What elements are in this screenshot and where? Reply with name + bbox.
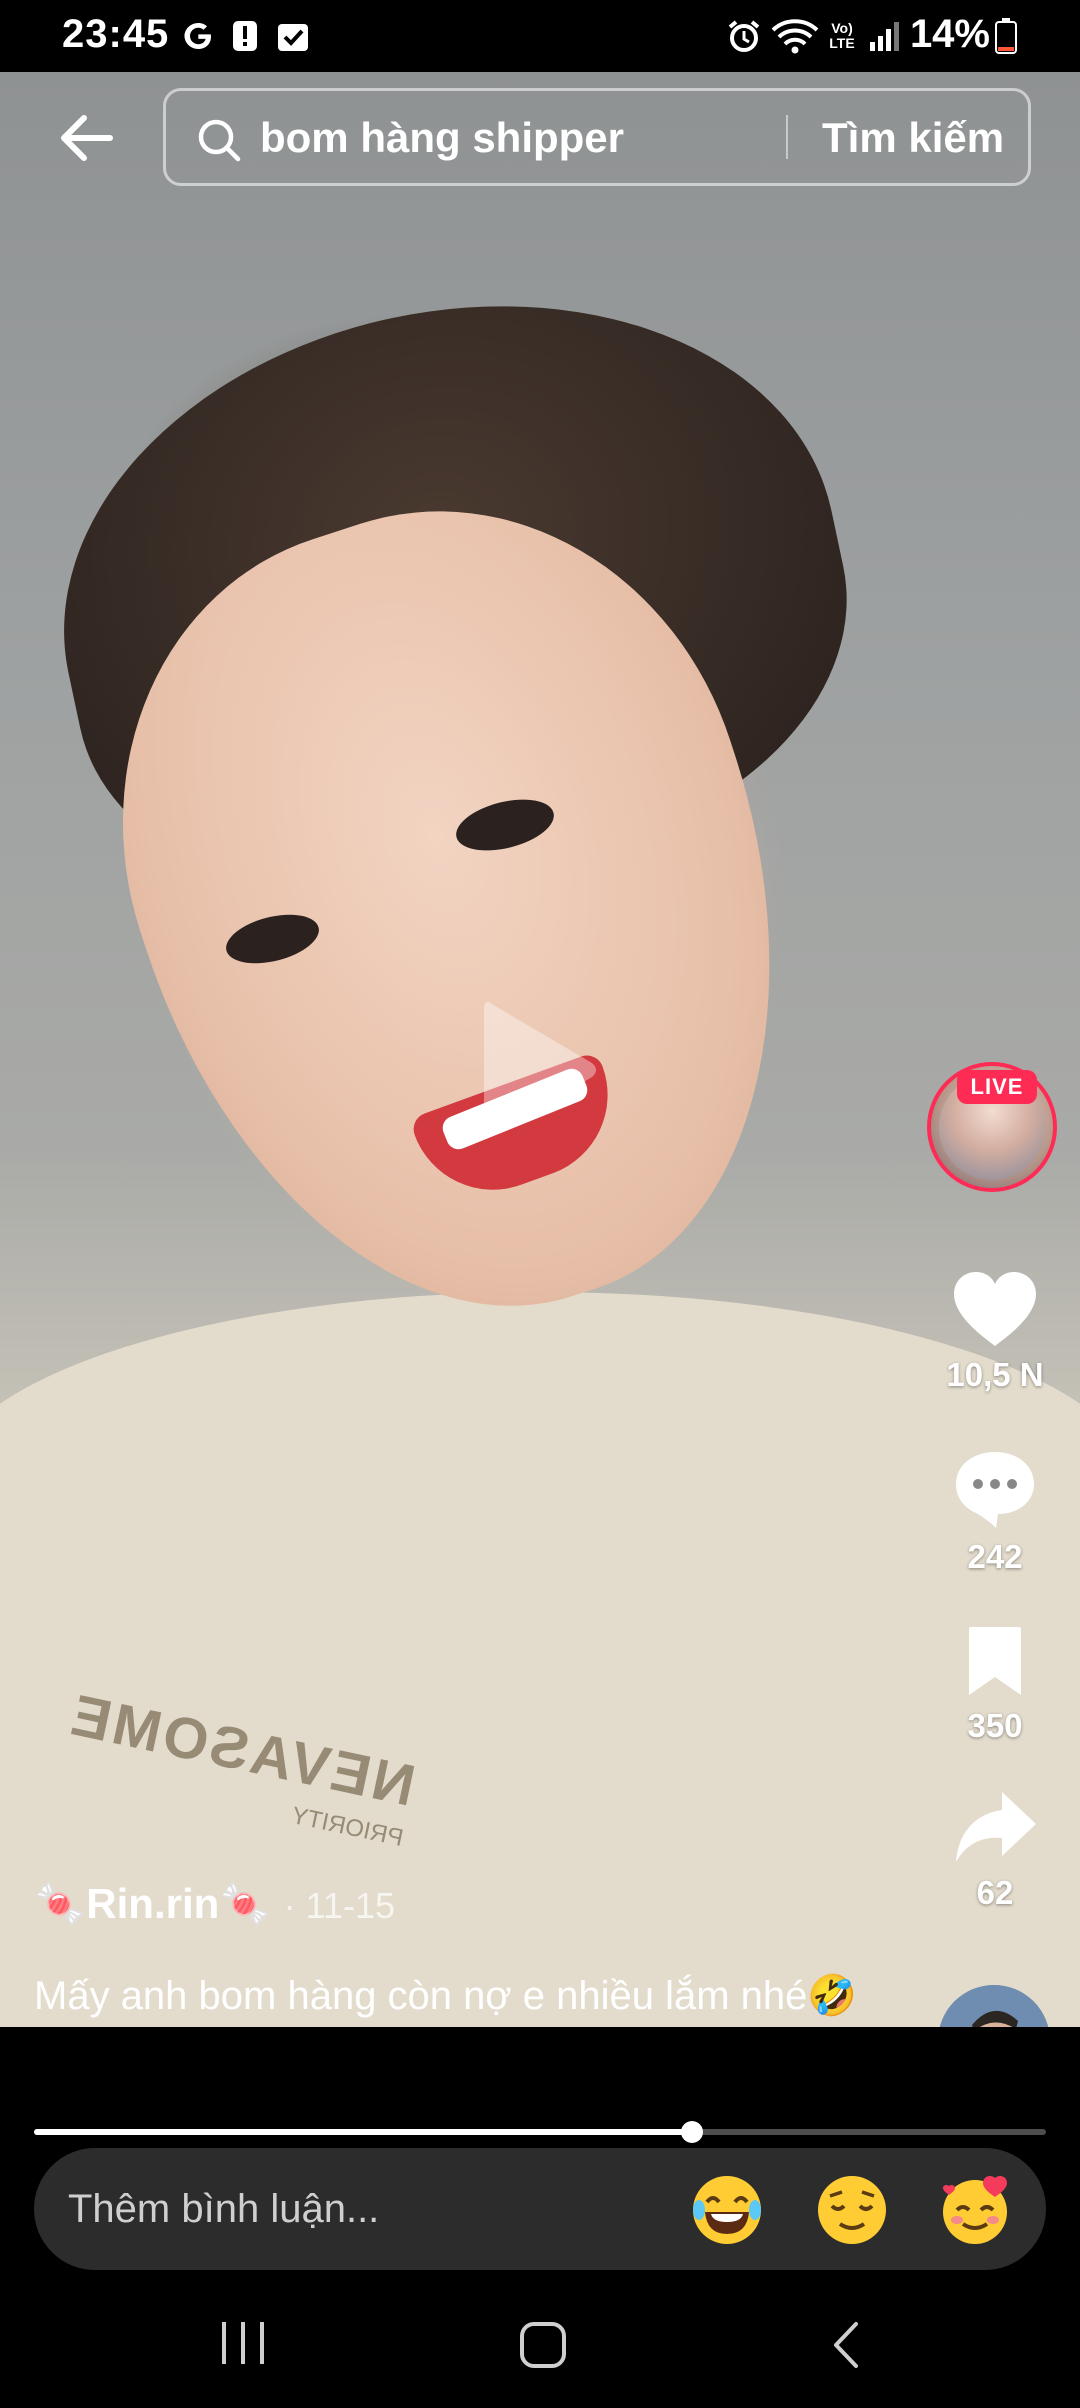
home-button[interactable] (518, 2320, 568, 2370)
bookmark-icon (969, 1627, 1021, 1695)
battery-percent: 14% (909, 12, 990, 56)
comment-icon (956, 1452, 1034, 1528)
system-nav-bar (0, 2270, 1080, 2408)
heart-icon (954, 1272, 1036, 1346)
alarm-icon (724, 18, 764, 54)
comment-button[interactable]: 242 (935, 1448, 1055, 1576)
post-date: · 11-15 (283, 1885, 395, 1926)
search-icon (196, 117, 242, 163)
author-row[interactable]: 🍬Rin.rin🍬 · 11-15 (34, 1880, 395, 1929)
search-submit-button[interactable]: Tìm kiếm (822, 109, 1004, 167)
comment-bar[interactable]: Thêm bình luận... (34, 2148, 1046, 2270)
video-progress-thumb[interactable] (680, 2121, 703, 2143)
google-icon (180, 18, 216, 54)
share-count: 62 (976, 1874, 1014, 1911)
back-button[interactable] (54, 106, 118, 170)
search-box[interactable]: bom hàng shipper Tìm kiếm (163, 88, 1031, 186)
checkbox-icon (276, 18, 310, 54)
smiling-hearts-emoji-icon[interactable] (937, 2172, 1013, 2248)
recent-apps-icon (222, 2322, 264, 2364)
live-badge: LIVE (957, 1070, 1037, 1104)
back-nav-button[interactable] (826, 2320, 866, 2370)
play-icon[interactable] (480, 995, 600, 1145)
bookmark-count: 350 (967, 1707, 1023, 1744)
share-arrow-icon (956, 1792, 1036, 1862)
volte-label: Vo) LTE (829, 20, 855, 51)
alert-icon (230, 18, 260, 54)
wifi-icon (770, 18, 820, 54)
laughing-emoji-icon[interactable] (689, 2172, 765, 2248)
bookmark-button[interactable]: 350 (935, 1625, 1055, 1745)
back-arrow-icon (61, 115, 113, 161)
author-name[interactable]: 🍬Rin.rin🍬 (34, 1880, 272, 1929)
share-button[interactable]: 62 (935, 1788, 1055, 1912)
signal-icon (866, 18, 902, 54)
search-divider (786, 115, 788, 159)
like-count: 10,5 N (946, 1356, 1044, 1393)
post-caption[interactable]: Mấy anh bom hàng còn nợ e nhiều lắm nhé🤣 (34, 1965, 894, 2027)
comment-input[interactable]: Thêm bình luận... (68, 2180, 379, 2238)
relieved-emoji-icon[interactable] (814, 2172, 890, 2248)
video-progress-track[interactable] (34, 2121, 1046, 2143)
caption-background (0, 2027, 1080, 2135)
volte-icon: Vo) LTE (824, 18, 860, 54)
home-icon (520, 2322, 566, 2368)
video-progress-fill (34, 2129, 692, 2135)
recent-apps-button[interactable] (218, 2320, 268, 2366)
comment-count: 242 (967, 1538, 1023, 1575)
search-query-text[interactable]: bom hàng shipper (260, 109, 624, 167)
battery-icon (992, 18, 1020, 54)
like-button[interactable]: 10,5 N (935, 1270, 1055, 1394)
back-chevron-icon (834, 2322, 858, 2368)
status-time: 23:45 (62, 12, 170, 56)
status-bar: 23:45 Vo) LTE 14% (0, 0, 1080, 72)
